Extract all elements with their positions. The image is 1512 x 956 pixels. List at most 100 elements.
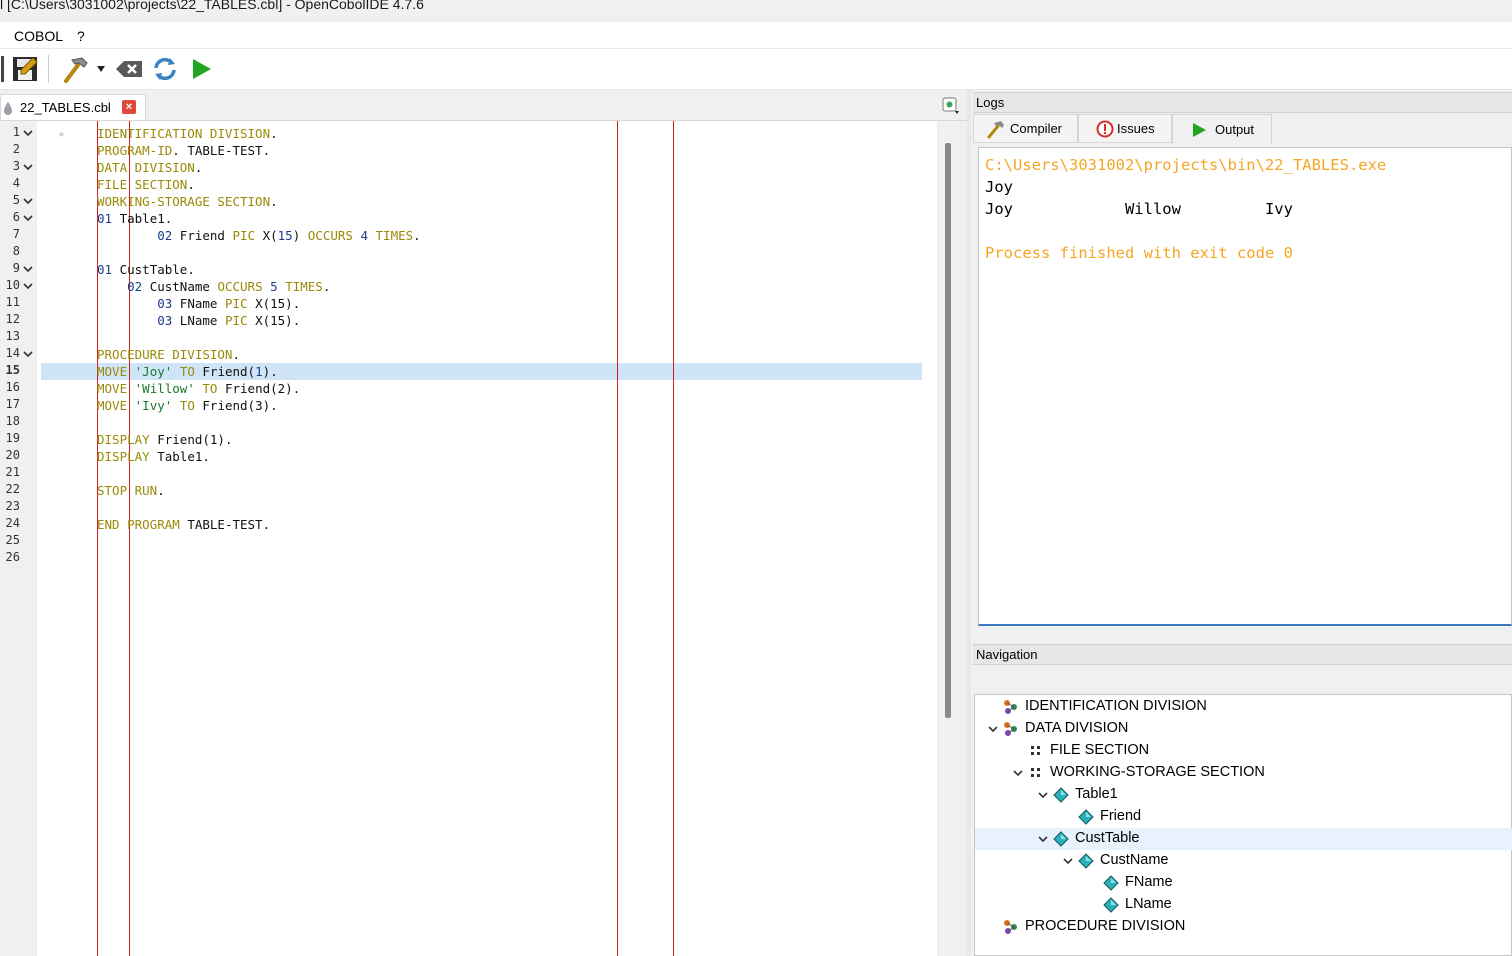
code-line[interactable]: PROCEDURE DIVISION. <box>97 346 240 363</box>
fold-chevron-icon[interactable] <box>22 280 34 292</box>
tree-expand-chevron-icon[interactable] <box>987 723 999 735</box>
code-token: PROCEDURE DIVISION <box>97 347 233 362</box>
margin-guide-line <box>97 121 98 956</box>
line-number: 14 <box>5 346 20 360</box>
variable-icon <box>1103 875 1119 891</box>
code-token: 5 <box>270 279 278 294</box>
code-line[interactable]: 01 CustTable. <box>97 261 195 278</box>
fold-chevron-icon[interactable] <box>22 212 34 224</box>
play-icon <box>193 59 211 79</box>
fold-chevron-icon[interactable] <box>22 263 34 275</box>
menu-cobol[interactable]: COBOL <box>14 28 63 44</box>
code-line[interactable]: 02 CustName OCCURS 5 TIMES. <box>97 278 330 295</box>
line-number: 23 <box>5 499 20 513</box>
code-token: MOVE <box>97 364 128 379</box>
code-token: STOP RUN <box>97 483 158 498</box>
code-token: 01 <box>97 262 113 277</box>
tree-item-label: FILE SECTION <box>1050 742 1150 758</box>
scrollbar-thumb[interactable] <box>945 143 951 718</box>
code-token: END PROGRAM <box>97 517 180 532</box>
code-token: DISPLAY <box>97 432 150 447</box>
run-button[interactable] <box>186 54 216 84</box>
code-line[interactable]: 03 LName PIC X(15). <box>97 312 300 329</box>
editor-tab[interactable]: 22_TABLES.cbl × <box>0 94 146 120</box>
fold-chevron-icon[interactable] <box>22 161 34 173</box>
output-console[interactable]: C:\Users\3031002\projects\bin\22_TABLES.… <box>978 147 1512 626</box>
fold-chevron-icon[interactable] <box>22 348 34 360</box>
code-line[interactable]: END PROGRAM TABLE-TEST. <box>97 516 270 533</box>
code-editor[interactable]: 1 2 3 4 5 6 7 8 9 10 11 12 13 14 15 16 17 18 19 20 21 22 23 24 2… <box>0 121 937 956</box>
compile-button[interactable] <box>58 54 92 84</box>
code-token: LName <box>172 313 225 328</box>
code-token: PROGRAM-ID <box>97 143 173 158</box>
tab-output[interactable]: Output <box>1172 114 1272 144</box>
code-line[interactable]: IDENTIFICATION DIVISION. <box>97 125 278 142</box>
code-line[interactable]: FILE SECTION. <box>97 176 195 193</box>
compile-dropdown-button[interactable] <box>94 54 108 84</box>
code-token: MOVE <box>97 398 128 413</box>
tree-expand-chevron-icon[interactable] <box>1037 833 1049 845</box>
code-token: MOVE <box>97 381 128 396</box>
code-token: 'Willow' <box>134 381 195 396</box>
tree-item[interactable]: CustTable <box>975 828 1512 850</box>
code-token: 15 <box>277 228 293 243</box>
tree-item[interactable]: FILE SECTION <box>975 740 1512 762</box>
code-line[interactable]: DISPLAY Table1. <box>97 448 210 465</box>
tab-issues[interactable]: Issues <box>1078 114 1172 143</box>
code-token: 4 <box>360 228 368 243</box>
code-area[interactable]: * IDENTIFICATION DIVISION. PROGRAM-ID. TA… <box>41 121 937 956</box>
error-icon <box>1096 120 1114 137</box>
tree-item[interactable]: Table1 <box>975 784 1512 806</box>
tree-item[interactable]: Friend <box>975 806 1512 828</box>
tree-item[interactable]: IDENTIFICATION DIVISION <box>975 696 1512 718</box>
line-number: 6 <box>12 210 20 224</box>
fold-chevron-icon[interactable] <box>22 127 34 139</box>
code-line[interactable]: MOVE 'Willow' TO Friend(2). <box>97 380 300 397</box>
tab-issues-label: Issues <box>1117 121 1155 136</box>
code-token: FILE SECTION <box>97 177 188 192</box>
menu-help[interactable]: ? <box>77 28 85 44</box>
tree-item-label: DATA DIVISION <box>1025 720 1129 736</box>
window-title-bar: l [C:\Users\3031002\projects\22_TABLES.c… <box>0 0 1512 22</box>
code-line[interactable]: PROGRAM-ID. TABLE-TEST. <box>97 142 270 159</box>
tree-expand-chevron-icon[interactable] <box>1037 789 1049 801</box>
line-number: 16 <box>5 380 20 394</box>
tree-item[interactable]: FName <box>975 872 1512 894</box>
tree-expand-chevron-icon[interactable] <box>1012 767 1024 779</box>
line-number: 24 <box>5 516 20 530</box>
clean-button[interactable] <box>113 54 145 84</box>
code-line[interactable]: DISPLAY Friend(1). <box>97 431 232 448</box>
code-line[interactable]: DATA DIVISION. <box>97 159 202 176</box>
tab-compiler[interactable]: Compiler <box>973 114 1078 143</box>
variable-icon <box>1103 897 1119 913</box>
editor-scrollbar[interactable] <box>937 121 967 956</box>
preview-toggle-button[interactable] <box>941 96 961 116</box>
refresh-icon <box>154 57 176 81</box>
tree-expand-chevron-icon[interactable] <box>1062 855 1074 867</box>
tab-close-icon[interactable]: × <box>122 100 136 114</box>
line-number: 22 <box>5 482 20 496</box>
code-line[interactable]: MOVE 'Ivy' TO Friend(3). <box>97 397 278 414</box>
line-number: 11 <box>5 295 20 309</box>
fold-chevron-icon[interactable] <box>22 195 34 207</box>
save-button[interactable] <box>10 54 40 84</box>
tree-item[interactable]: WORKING-STORAGE SECTION <box>975 762 1512 784</box>
code-line[interactable]: STOP RUN. <box>97 482 165 499</box>
tree-item[interactable]: CustName <box>975 850 1512 872</box>
tree-item[interactable]: PROCEDURE DIVISION <box>975 916 1512 938</box>
tree-item[interactable]: DATA DIVISION <box>975 718 1512 740</box>
navigation-tree[interactable]: IDENTIFICATION DIVISION DATA DIVISION FILE… <box>974 694 1512 956</box>
code-line[interactable]: 01 Table1. <box>97 210 172 227</box>
code-line[interactable]: 02 Friend PIC X(15) OCCURS 4 TIMES. <box>97 227 420 244</box>
margin-guide-line <box>673 121 674 956</box>
rebuild-button[interactable] <box>150 54 180 84</box>
tree-item[interactable]: LName <box>975 894 1512 916</box>
code-line[interactable]: WORKING-STORAGE SECTION. <box>97 193 278 210</box>
code-line[interactable]: 03 FName PIC X(15). <box>97 295 300 312</box>
code-line[interactable]: MOVE 'Joy' TO Friend(1). <box>97 363 278 380</box>
code-token: OCCURS <box>217 279 263 294</box>
